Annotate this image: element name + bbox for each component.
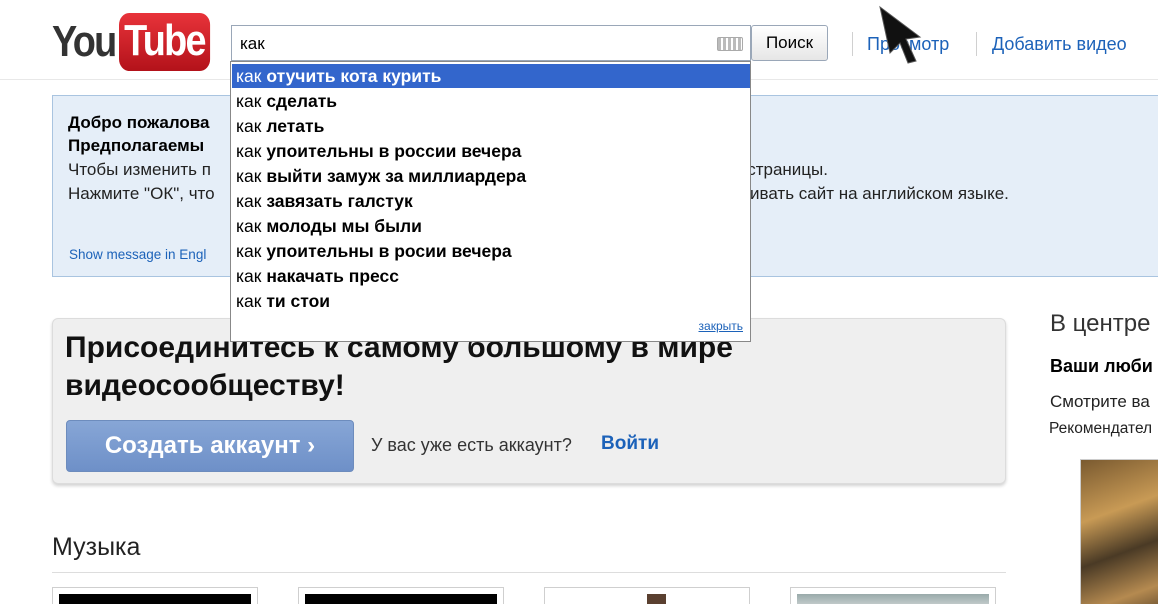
video-thumbnail[interactable]	[544, 587, 750, 604]
section-divider	[52, 572, 1006, 573]
suggestion-item[interactable]: как упоительны в росии вечера	[232, 239, 750, 263]
notice-change-text: Чтобы изменить п	[68, 160, 211, 179]
right-heading: В центре	[1050, 310, 1151, 337]
suggestion-item[interactable]: как ти стои	[232, 289, 750, 313]
search-input[interactable]	[240, 32, 710, 56]
video-thumbnail[interactable]	[52, 587, 258, 604]
right-text-2: Рекомендател	[1049, 420, 1153, 437]
search-button[interactable]: Поиск	[751, 25, 828, 61]
music-section-title: Музыка	[52, 533, 141, 561]
create-account-button[interactable]: Создать аккаунт ›	[66, 420, 354, 472]
notice-ok-text: Нажмите "ОК", что	[68, 184, 215, 203]
login-link[interactable]: Войти	[601, 433, 659, 455]
search-box	[231, 25, 751, 61]
suggestion-item[interactable]: как выйти замуж за миллиардера	[232, 164, 750, 188]
video-thumbnail[interactable]	[1080, 459, 1158, 604]
search-suggestions: как отучить кота курить как сделать как …	[230, 61, 751, 342]
suggestion-item[interactable]: как накачать пресс	[232, 264, 750, 288]
youtube-logo[interactable]: You Tube	[52, 12, 225, 72]
suggestion-item[interactable]: как завязать галстук	[232, 189, 750, 213]
have-account-text: У вас уже есть аккаунт?	[371, 435, 572, 455]
video-thumbnail[interactable]	[790, 587, 996, 604]
join-card: Присоединитесь к самому большому в мире …	[52, 318, 1006, 484]
video-thumbnail[interactable]	[298, 587, 504, 604]
suggestion-item[interactable]: как сделать	[232, 89, 750, 113]
suggestion-item[interactable]: как летать	[232, 114, 750, 138]
header-divider	[852, 32, 853, 56]
header-divider	[976, 32, 977, 56]
notice-supposed: Предполагаемы	[68, 136, 205, 155]
close-suggestions-link[interactable]: закрыть	[699, 319, 743, 333]
notice-ok-text-end: ивать сайт на английском языке.	[750, 184, 1009, 203]
right-subheading: Ваши люби	[1050, 356, 1153, 376]
upload-link[interactable]: Добавить видео	[992, 34, 1127, 55]
right-text: Смотрите ва	[1050, 392, 1150, 411]
suggestion-item[interactable]: как упоительны в россии вечера	[232, 139, 750, 163]
show-english-link[interactable]: Show message in Engl	[69, 247, 206, 262]
notice-welcome: Добро пожалова	[68, 113, 210, 132]
mouse-cursor-icon	[879, 5, 922, 64]
suggestion-item[interactable]: как молоды мы были	[232, 214, 750, 238]
suggestion-item[interactable]: как отучить кота курить	[232, 64, 750, 88]
keyboard-icon[interactable]	[717, 37, 743, 51]
